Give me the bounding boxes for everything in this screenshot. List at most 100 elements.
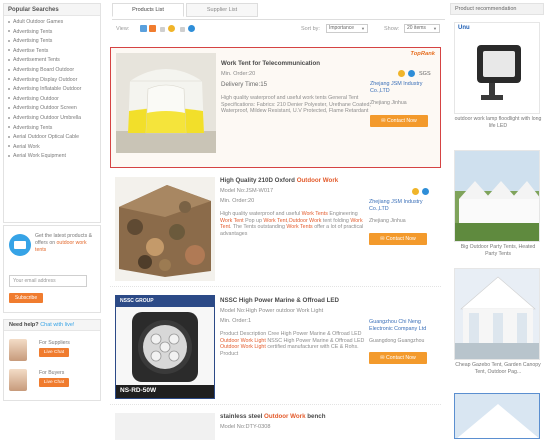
live-chat-button[interactable]: Live Chat (39, 348, 69, 357)
supplier-name[interactable]: Guangzhou Chi Neng Electronic Company Lt… (369, 319, 437, 332)
contact-now-button[interactable]: ✉ Contact Now (369, 233, 427, 245)
recommended-product-caption[interactable]: Big Outdoor Party Tents, Heated Party Te… (454, 244, 542, 257)
bullet-icon (8, 78, 10, 81)
popular-search-item[interactable]: Aerial Work (4, 143, 100, 153)
envelope-icon (9, 234, 31, 256)
avatar (9, 369, 27, 391)
popular-search-item[interactable]: Advertisement Tents (4, 56, 100, 66)
tab-products-list[interactable]: Products List (112, 3, 184, 17)
gold-supplier-icon[interactable] (168, 25, 175, 32)
recommended-product-image[interactable] (454, 393, 540, 439)
verified-icon (422, 188, 429, 195)
product-title[interactable]: High Quality 210D Oxford Outdoor Work (220, 177, 338, 184)
help-title: Need help? Chat with live! (4, 320, 100, 331)
help-panel: Need help? Chat with live! For Suppliers… (3, 319, 101, 401)
product-listing-featured[interactable]: TopRank Work Tent for Telecommunication … (110, 47, 441, 168)
grid-view-icon[interactable] (149, 25, 156, 32)
thumb-brand: NSSC GROUP (120, 298, 154, 304)
chevron-down-icon: ▼ (361, 26, 365, 31)
recommended-product-caption[interactable]: Cheap Gazebo Tent, Garden Canopy Tent, O… (454, 362, 542, 375)
popular-search-item[interactable]: Advertising Outdoor Umbrella (4, 114, 100, 124)
subscribe-panel: Get the latest products & offers on outd… (3, 225, 101, 313)
subscribe-button[interactable]: Subscribe (9, 293, 43, 303)
product-listing[interactable]: stainless steel Outdoor Work bench Model… (110, 408, 441, 440)
popular-search-item[interactable]: Advertising Outdoor Screen (4, 104, 100, 114)
show-select[interactable]: 20 items ▼ (404, 24, 440, 33)
gold-supplier-icon (398, 70, 405, 77)
recommended-product-image[interactable] (454, 268, 540, 360)
tab-supplier-list[interactable]: Supplier List (186, 3, 258, 17)
popular-search-item[interactable]: Advertising Outdoor (4, 95, 100, 105)
supplier-name[interactable]: Zhejiang JSM Industry Co.,LTD (369, 199, 437, 212)
popular-search-item[interactable]: Aerial Outdoor Optical Cable (4, 133, 100, 143)
live-chat-button[interactable]: Live Chat (39, 378, 69, 387)
product-title[interactable]: Work Tent for Telecommunication (221, 60, 320, 67)
brand-logo: Unu (458, 25, 470, 31)
popular-search-item[interactable]: Advertising Tents (4, 28, 100, 38)
filter-icon[interactable] (180, 27, 185, 32)
chevron-down-icon: ▼ (433, 26, 437, 31)
popular-search-item[interactable]: Advertising Tents (4, 124, 100, 134)
product-title[interactable]: NSSC High Power Marine & Offroad LED (220, 297, 339, 304)
delivery-time: Delivery Time:15 (221, 81, 268, 88)
help-buyers: For Buyers Live Chat (9, 369, 97, 395)
sgs-badge: SGS (419, 71, 431, 77)
recommended-product-image[interactable]: Unu (454, 22, 540, 114)
popular-search-item[interactable]: Advertising Board Outdoor (4, 66, 100, 76)
product-title[interactable]: stainless steel Outdoor Work bench (220, 413, 326, 420)
popular-search-item[interactable]: Advertising Display Outdoor (4, 76, 100, 86)
filter-icon[interactable] (160, 27, 165, 32)
toolbar: View: Sort by: Importance ▼ Show: 20 item… (116, 23, 443, 35)
bullet-icon (8, 30, 10, 33)
product-description: Product Description Cree High Power Mari… (220, 331, 365, 358)
product-image[interactable] (115, 413, 215, 440)
contact-now-button[interactable]: ✉ Contact Now (370, 115, 428, 127)
model-number: Model No:DTY-0308 (220, 424, 271, 430)
listing-divider (110, 404, 441, 405)
contact-now-button[interactable]: ✉ Contact Now (369, 352, 427, 364)
subscribe-text: Get the latest products & offers on outd… (35, 233, 93, 253)
popular-search-item[interactable]: Advertising Tents (4, 37, 100, 47)
view-label: View: (116, 26, 130, 32)
toprank-badge: TopRank (410, 51, 435, 57)
bullet-icon (8, 154, 10, 157)
recommended-product-caption[interactable]: outdoor work lamp floodlight with long l… (454, 116, 542, 129)
product-listing[interactable]: NSSC GROUP NS-RD-50W NSSC High Power Mar… (110, 290, 441, 402)
list-view-icon[interactable] (140, 25, 147, 32)
recommended-product[interactable] (454, 393, 542, 439)
popular-search-item[interactable]: Adult Outdoor Games (4, 18, 100, 28)
product-listing[interactable]: High Quality 210D Oxford Outdoor Work Mo… (110, 172, 441, 284)
help-suppliers-label: For Suppliers (39, 340, 70, 346)
popular-search-item[interactable]: Advertise Tents (4, 47, 100, 57)
help-suppliers: For Suppliers Live Chat (9, 339, 97, 365)
verified-icon[interactable] (188, 25, 195, 32)
recommended-product[interactable]: Cheap Gazebo Tent, Garden Canopy Tent, O… (454, 268, 542, 375)
listing-divider (110, 286, 441, 287)
product-image[interactable] (116, 53, 216, 153)
party-tent-image (455, 151, 539, 241)
bullet-icon (8, 116, 10, 119)
popular-searches-list: Adult Outdoor Games Advertising Tents Ad… (4, 16, 100, 222)
recommended-product-image[interactable] (454, 150, 540, 242)
recommendation-title: Product recommendation (450, 3, 544, 15)
help-buyers-label: For Buyers (39, 370, 65, 376)
sort-select[interactable]: Importance ▼ (326, 24, 368, 33)
supplier-name[interactable]: Zhejang JSM Industry Co.,LTD (370, 81, 438, 94)
recommended-product[interactable]: Unu outdoor work lamp floodlight with lo… (454, 22, 542, 129)
bullet-icon (8, 49, 10, 52)
min-order: Min. Order:1 (220, 318, 252, 324)
bullet-icon (8, 145, 10, 148)
recommended-product[interactable]: Big Outdoor Party Tents, Heated Party Te… (454, 150, 542, 257)
bullet-icon (8, 39, 10, 42)
gold-supplier-icon (412, 188, 419, 195)
min-order: Min. Order:20 (221, 71, 256, 77)
avatar (9, 339, 27, 361)
sort-label: Sort by: (301, 26, 320, 32)
product-image[interactable] (115, 177, 215, 281)
popular-search-item[interactable]: Aerial Work Equipment (4, 152, 100, 162)
product-image[interactable]: NSSC GROUP NS-RD-50W (115, 295, 215, 399)
camo-tent-image (115, 177, 215, 281)
popular-search-item[interactable]: Advertising Inflatable Outdoor (4, 85, 100, 95)
email-field[interactable]: Your email address (9, 275, 87, 287)
min-order: Min. Order:20 (220, 198, 255, 204)
